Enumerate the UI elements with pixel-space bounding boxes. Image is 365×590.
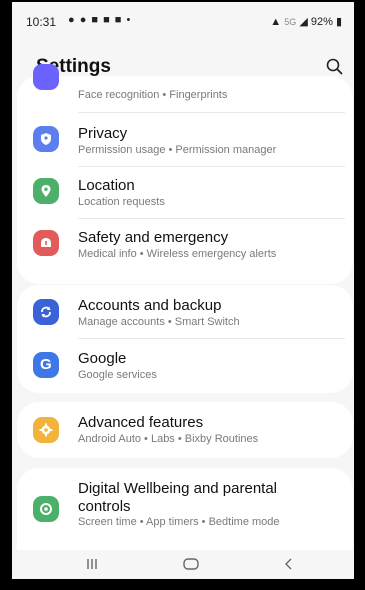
settings-group-advanced: Advanced features Android Auto • Labs • …	[17, 402, 353, 458]
settings-group-accounts: Accounts and backup Manage accounts • Sm…	[17, 285, 353, 393]
settings-item-title: Google	[78, 350, 127, 367]
battery-percent: 92%	[310, 16, 333, 28]
settings-item-subtitle: Permission usage • Permission manager	[78, 144, 277, 156]
settings-item-google[interactable]: G Google Google services	[17, 338, 353, 393]
privacy-shield-icon	[33, 126, 59, 152]
settings-item-subtitle: Face recognition • Fingerprints	[78, 89, 228, 101]
settings-item-title: Safety and emergency	[78, 229, 229, 246]
gear-plus-icon	[33, 417, 59, 443]
status-time: 10:31	[26, 15, 57, 29]
settings-item-location[interactable]: Location Location requests	[17, 166, 353, 216]
navigation-bar	[12, 550, 354, 579]
location-pin-icon	[33, 178, 59, 204]
settings-item-biometrics[interactable]: Face recognition • Fingerprints	[17, 64, 353, 104]
wellbeing-icon	[33, 496, 59, 522]
network-type: 5G	[284, 17, 297, 27]
biometrics-icon	[33, 64, 59, 90]
back-icon[interactable]	[282, 557, 296, 571]
settings-item-title: Digital Wellbeing and parental controls	[78, 480, 278, 515]
settings-item-title: Accounts and backup	[78, 297, 222, 314]
settings-item-advanced-features[interactable]: Advanced features Android Auto • Labs • …	[17, 402, 353, 458]
recent-apps-icon[interactable]	[84, 557, 100, 571]
settings-item-safety[interactable]: Safety and emergency Medical info • Wire…	[17, 218, 353, 272]
settings-item-privacy[interactable]: Privacy Permission usage • Permission ma…	[17, 114, 353, 164]
settings-item-title: Advanced features	[78, 414, 204, 431]
settings-item-accounts-backup[interactable]: Accounts and backup Manage accounts • Sm…	[17, 285, 353, 337]
status-bar: 10:31 ● ● ■ ■ ■ • ▲ 5G ◢ 92% ▮	[12, 2, 354, 40]
settings-item-subtitle: Android Auto • Labs • Bixby Routines	[78, 433, 259, 445]
wifi-icon: ▲	[270, 16, 282, 28]
settings-item-subtitle: Google services	[78, 369, 157, 381]
settings-item-subtitle: Manage accounts • Smart Switch	[78, 316, 240, 328]
settings-group-security: Face recognition • Fingerprints Privacy …	[17, 64, 353, 284]
google-icon: G	[33, 352, 59, 378]
settings-item-title: Privacy	[78, 125, 128, 142]
settings-item-subtitle: Location requests	[78, 196, 165, 208]
home-icon[interactable]	[182, 557, 200, 571]
safety-alert-icon	[33, 230, 59, 256]
phone-screen: 10:31 ● ● ■ ■ ■ • ▲ 5G ◢ 92% ▮ Settings …	[12, 2, 354, 579]
status-right: ▲ 5G ◢ 92% ▮	[270, 15, 342, 28]
notification-icons: ● ● ■ ■ ■ •	[68, 14, 132, 26]
settings-item-subtitle: Medical info • Wireless emergency alerts	[78, 248, 277, 260]
signal-icon: ◢	[299, 16, 308, 28]
search-icon[interactable]	[324, 56, 346, 78]
sync-icon	[33, 299, 59, 325]
settings-item-subtitle: Screen time • App timers • Bedtime mode	[78, 516, 280, 528]
divider	[78, 112, 345, 113]
settings-item-title: Location	[78, 177, 135, 194]
battery-icon: ▮	[335, 16, 342, 28]
